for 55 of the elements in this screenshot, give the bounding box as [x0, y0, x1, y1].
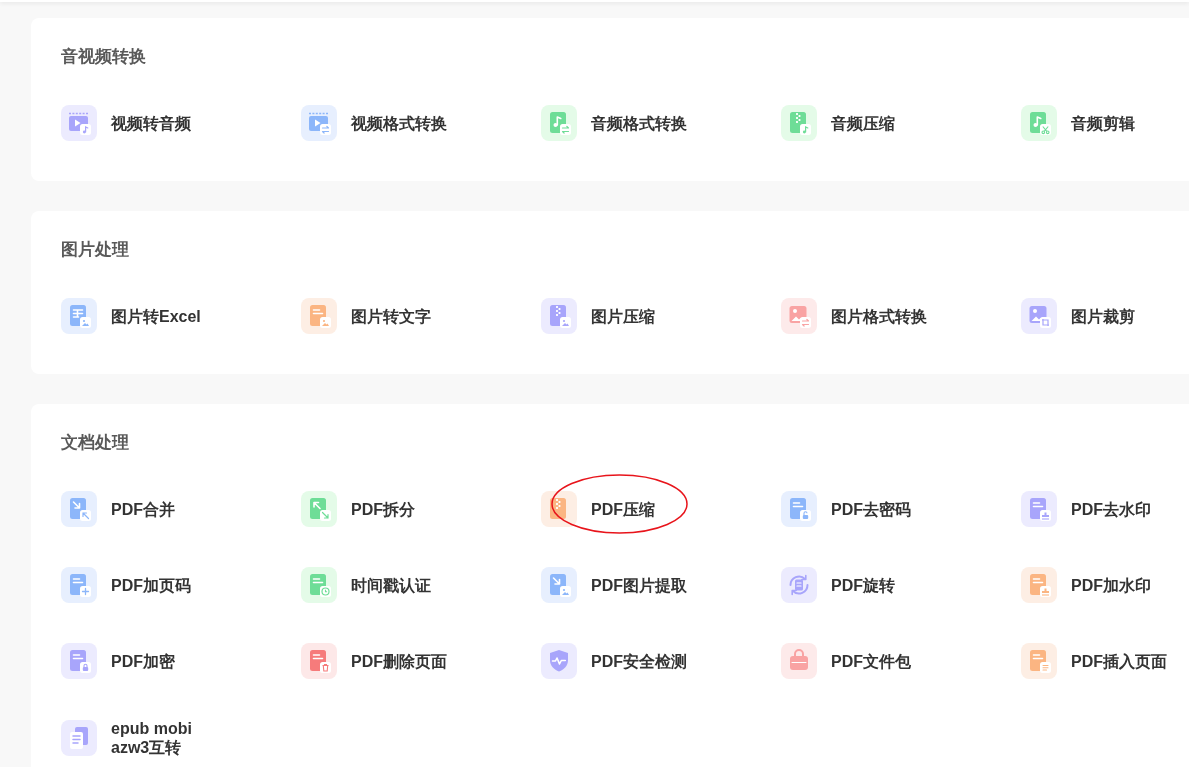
tool-link[interactable]: 图片裁剪 [1021, 298, 1135, 334]
tool-link[interactable]: PDF加密 [61, 643, 175, 679]
tool-link[interactable]: PDF去水印 [1021, 491, 1151, 527]
file-stamp-icon [1021, 491, 1057, 527]
tool-link[interactable]: 视频格式转换 [301, 105, 447, 141]
tool-link[interactable]: 时间戳认证 [301, 567, 431, 603]
zip-file-icon [541, 298, 577, 334]
music-file-icon [1021, 105, 1057, 141]
tool-link[interactable]: 视频转音频 [61, 105, 191, 141]
file-unlock-icon [781, 491, 817, 527]
video-clip-icon [301, 105, 337, 141]
tool-link[interactable]: PDF安全检测 [541, 643, 687, 679]
text-file-icon [301, 298, 337, 334]
section-title: 音视频转换 [61, 46, 146, 68]
section-title: 图片处理 [61, 239, 129, 261]
tool-link[interactable]: PDF文件包 [781, 643, 911, 679]
file-lock-icon [61, 643, 97, 679]
file-plus-icon [61, 567, 97, 603]
zip-file-icon [541, 491, 577, 527]
zip-file-icon [781, 105, 817, 141]
video-clip-icon [61, 105, 97, 141]
tool-link[interactable]: 音频格式转换 [541, 105, 687, 141]
file-stamp-icon [1021, 567, 1057, 603]
tool-link[interactable]: PDF压缩 [541, 491, 655, 527]
tool-link[interactable]: 图片转文字 [301, 298, 431, 334]
picture-icon [1021, 298, 1057, 334]
arrow-file-icon [301, 491, 337, 527]
file-clock-icon [301, 567, 337, 603]
tool-link[interactable]: 音频剪辑 [1021, 105, 1135, 141]
bag-icon [781, 643, 817, 679]
picture-icon [781, 298, 817, 334]
tool-link[interactable]: epub mobi azw3互转 [61, 719, 223, 757]
tool-link[interactable]: PDF加水印 [1021, 567, 1151, 603]
tool-link[interactable]: 图片压缩 [541, 298, 655, 334]
tool-link[interactable]: PDF旋转 [781, 567, 895, 603]
file-trash-icon [301, 643, 337, 679]
tool-link[interactable]: PDF加页码 [61, 567, 191, 603]
documents-icon [61, 720, 97, 756]
file-image-icon [541, 567, 577, 603]
tool-link[interactable]: 图片转Excel [61, 298, 201, 334]
section-title: 文档处理 [61, 432, 129, 454]
table-file-icon [61, 298, 97, 334]
tool-link[interactable]: PDF插入页面 [1021, 643, 1167, 679]
shield-icon [541, 643, 577, 679]
tool-link[interactable]: 图片格式转换 [781, 298, 927, 334]
tool-link[interactable]: PDF合并 [61, 491, 175, 527]
rotate-icon [781, 567, 817, 603]
tool-link[interactable]: 音频压缩 [781, 105, 895, 141]
tool-link[interactable]: PDF图片提取 [541, 567, 687, 603]
music-file-icon [541, 105, 577, 141]
file-list-icon [1021, 643, 1057, 679]
tool-link[interactable]: PDF拆分 [301, 491, 415, 527]
tool-link[interactable]: PDF删除页面 [301, 643, 447, 679]
arrow-file-icon [61, 491, 97, 527]
tool-link[interactable]: PDF去密码 [781, 491, 911, 527]
